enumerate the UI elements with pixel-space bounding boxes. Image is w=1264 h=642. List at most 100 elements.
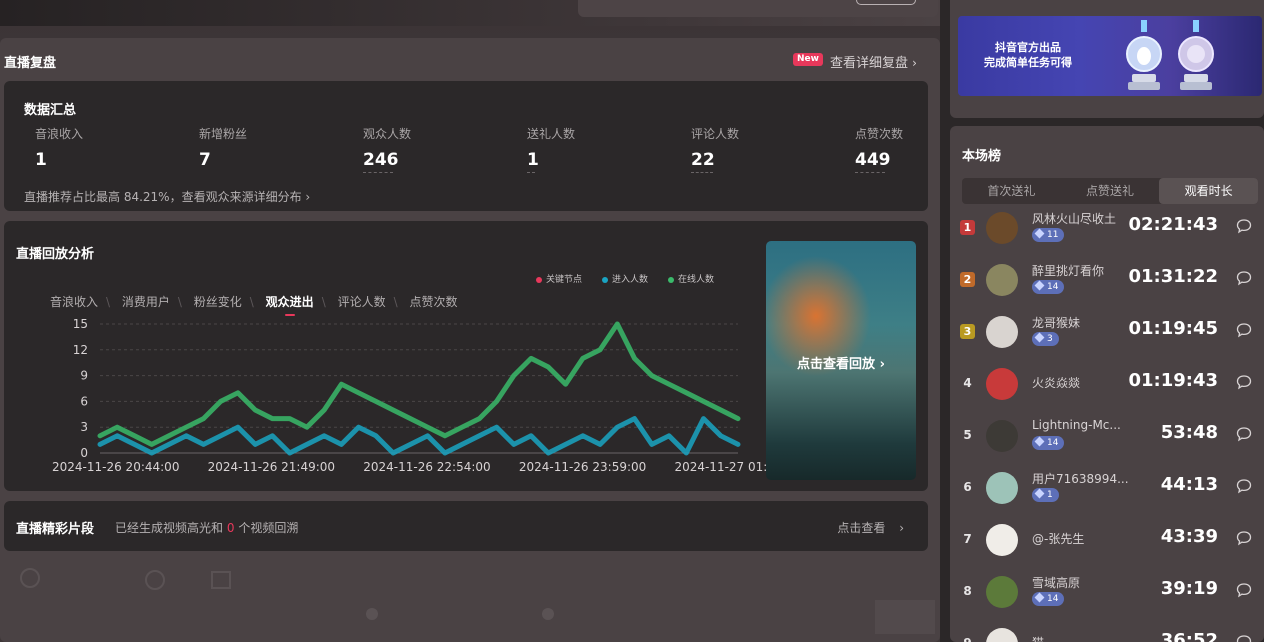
summary-title: 数据汇总 bbox=[24, 103, 77, 118]
user-name: 醉里挑灯看你 bbox=[1032, 264, 1105, 278]
new-badge: New bbox=[793, 53, 823, 66]
stat-gifters[interactable]: 送礼人数 1 bbox=[527, 125, 575, 173]
fan-level-badge: 14 bbox=[1032, 280, 1065, 294]
fan-level: 14 bbox=[1047, 594, 1059, 604]
legend-dot bbox=[668, 276, 674, 283]
ranking-row[interactable]: 6 用户71638994... 1 44:13 bbox=[960, 468, 1260, 518]
avatar[interactable] bbox=[986, 420, 1018, 452]
fan-level-badge: 14 bbox=[1032, 592, 1065, 606]
promo-banner[interactable]: 抖音官方出品 完成简单任务可得 bbox=[958, 16, 1262, 96]
rank-number: 4 bbox=[963, 376, 972, 390]
chevron-right-icon: › bbox=[912, 56, 917, 70]
tab-watch-time[interactable]: 观看时长 bbox=[1159, 178, 1259, 204]
y-tick-label: 0 bbox=[80, 446, 88, 460]
stat-value: 1 bbox=[35, 150, 47, 170]
tab-audience-flow[interactable]: 观众进出 bbox=[266, 293, 314, 316]
chat-icon[interactable] bbox=[1236, 270, 1252, 286]
stat-value: 7 bbox=[199, 150, 211, 170]
x-tick-label: 2024-11-26 20:44:00 bbox=[52, 460, 179, 474]
promo-text: 抖音官方出品 完成简单任务可得 bbox=[984, 40, 1072, 70]
avatar[interactable] bbox=[986, 316, 1018, 348]
user-name: 雪域高原 bbox=[1032, 576, 1081, 590]
tab-fan-change[interactable]: 粉丝变化 bbox=[194, 293, 242, 310]
ranking-row[interactable]: 4 火炎焱燚 01:19:43 bbox=[960, 364, 1260, 414]
avatar[interactable] bbox=[986, 576, 1018, 608]
x-tick-label: 2024-11-27 01:04 bbox=[674, 460, 766, 474]
view-detail-review-link[interactable]: 查看详细复盘 › bbox=[830, 52, 917, 71]
ranking-row[interactable]: 7 @-张先生 43:39 bbox=[960, 520, 1260, 570]
stat-likes[interactable]: 点赞次数 449 bbox=[855, 125, 903, 173]
legend-online[interactable]: 在线人数 bbox=[668, 272, 714, 285]
user-name: 风林火山尽收土 bbox=[1032, 212, 1117, 226]
source-distribution-link[interactable]: 直播推荐占比最高 84.21%，查看观众来源详细分布 › bbox=[24, 188, 310, 205]
legend-entries[interactable]: 进入人数 bbox=[602, 272, 648, 285]
review-title: 直播复盘 bbox=[4, 56, 57, 71]
chat-icon[interactable] bbox=[1236, 478, 1252, 494]
replay-title: 直播回放分析 bbox=[16, 247, 95, 262]
user-name: Lightning-Mc... bbox=[1032, 418, 1121, 432]
view-replay-button[interactable]: 点击查看回放 › bbox=[766, 353, 916, 372]
tab-paying-users[interactable]: 消费用户 bbox=[122, 293, 170, 310]
user-name: @-张先生 bbox=[1032, 532, 1085, 546]
stat-new-fans[interactable]: 新增粉丝 7 bbox=[199, 125, 247, 170]
fan-level-badge: 3 bbox=[1032, 332, 1059, 346]
ranking-panel: 本场榜 首次送礼 点赞送礼 观看时长 1 风林火山尽收土 11 02:21:43 2 醉里… bbox=[950, 126, 1264, 642]
chat-icon[interactable] bbox=[1236, 218, 1252, 234]
user-name: 龙哥猴妹 bbox=[1032, 316, 1081, 330]
clips-count: 0 bbox=[226, 521, 235, 535]
watch-duration: 01:19:43 bbox=[1128, 370, 1218, 391]
chevron-right-icon: › bbox=[899, 521, 904, 535]
replay-thumbnail[interactable]: 点击查看回放 › bbox=[766, 241, 916, 480]
stat-commenters[interactable]: 评论人数 22 bbox=[691, 125, 739, 173]
ranking-title: 本场榜 bbox=[962, 149, 1002, 164]
ranking-row[interactable]: 9 猫 36:52 bbox=[960, 624, 1260, 642]
ranking-row[interactable]: 2 醉里挑灯看你 14 01:31:22 bbox=[960, 260, 1260, 310]
fan-level-badge: 1 bbox=[1032, 488, 1059, 502]
avatar[interactable] bbox=[986, 212, 1018, 244]
stat-value: 449 bbox=[855, 150, 891, 170]
stat-label: 新增粉丝 bbox=[199, 127, 248, 141]
watch-duration: 01:19:45 bbox=[1128, 318, 1218, 339]
rank-number: 5 bbox=[963, 428, 972, 442]
diamond-icon bbox=[1034, 436, 1045, 447]
view-replay-label: 点击查看回放 bbox=[797, 357, 876, 372]
user-name: 火炎焱燚 bbox=[1032, 376, 1081, 390]
chat-icon[interactable] bbox=[1236, 582, 1252, 598]
top-card bbox=[578, 0, 938, 17]
chat-icon[interactable] bbox=[1236, 322, 1252, 338]
chat-icon[interactable] bbox=[1236, 426, 1252, 442]
top-card-button[interactable] bbox=[856, 0, 916, 5]
avatar[interactable] bbox=[986, 628, 1018, 642]
view-clips-link[interactable]: 点击查看 › bbox=[837, 519, 904, 536]
avatar[interactable] bbox=[986, 264, 1018, 296]
ranking-row[interactable]: 3 龙哥猴妹 3 01:19:45 bbox=[960, 312, 1260, 362]
clips-card: 直播精彩片段 已经生成视频高光和 0 个视频回溯 点击查看 › bbox=[4, 501, 928, 551]
ranking-row[interactable]: 1 风林火山尽收土 11 02:21:43 bbox=[960, 208, 1260, 258]
chat-icon[interactable] bbox=[1236, 374, 1252, 390]
ghost-block bbox=[875, 600, 935, 634]
y-tick-label: 12 bbox=[73, 343, 88, 357]
avatar[interactable] bbox=[986, 472, 1018, 504]
stat-viewers[interactable]: 观众人数 246 bbox=[363, 125, 411, 173]
avatar[interactable] bbox=[986, 524, 1018, 556]
view-detail-review-label: 查看详细复盘 bbox=[830, 56, 909, 71]
watch-duration: 01:31:22 bbox=[1128, 266, 1218, 287]
tab-first-gift[interactable]: 首次送礼 bbox=[962, 178, 1061, 204]
y-tick-label: 9 bbox=[80, 369, 88, 383]
promo-panel: 抖音官方出品 完成简单任务可得 bbox=[950, 0, 1264, 118]
stat-label: 点赞次数 bbox=[855, 127, 904, 141]
ranking-row[interactable]: 5 Lightning-Mc... 14 53:48 bbox=[960, 416, 1260, 466]
tab-likes[interactable]: 点赞次数 bbox=[409, 293, 457, 310]
audience-flow-chart[interactable]: 0 3 6 9 12 15 2024-11-26 20:44:00 2024-11-26 21… bbox=[44, 316, 766, 478]
tab-commenters[interactable]: 评论人数 bbox=[338, 293, 386, 310]
tab-like-gift[interactable]: 点赞送礼 bbox=[1061, 178, 1160, 204]
watch-duration: 53:48 bbox=[1160, 422, 1218, 443]
ranking-row[interactable]: 8 雪域高原 14 39:19 bbox=[960, 572, 1260, 622]
chat-icon[interactable] bbox=[1236, 634, 1252, 642]
chevron-right-icon: › bbox=[305, 190, 311, 204]
legend-key-node[interactable]: 关键节点 bbox=[536, 272, 582, 285]
chat-icon[interactable] bbox=[1236, 530, 1252, 546]
stat-income[interactable]: 音浪收入 1 bbox=[35, 125, 83, 173]
avatar[interactable] bbox=[986, 368, 1018, 400]
tab-income[interactable]: 音浪收入 bbox=[50, 293, 98, 310]
